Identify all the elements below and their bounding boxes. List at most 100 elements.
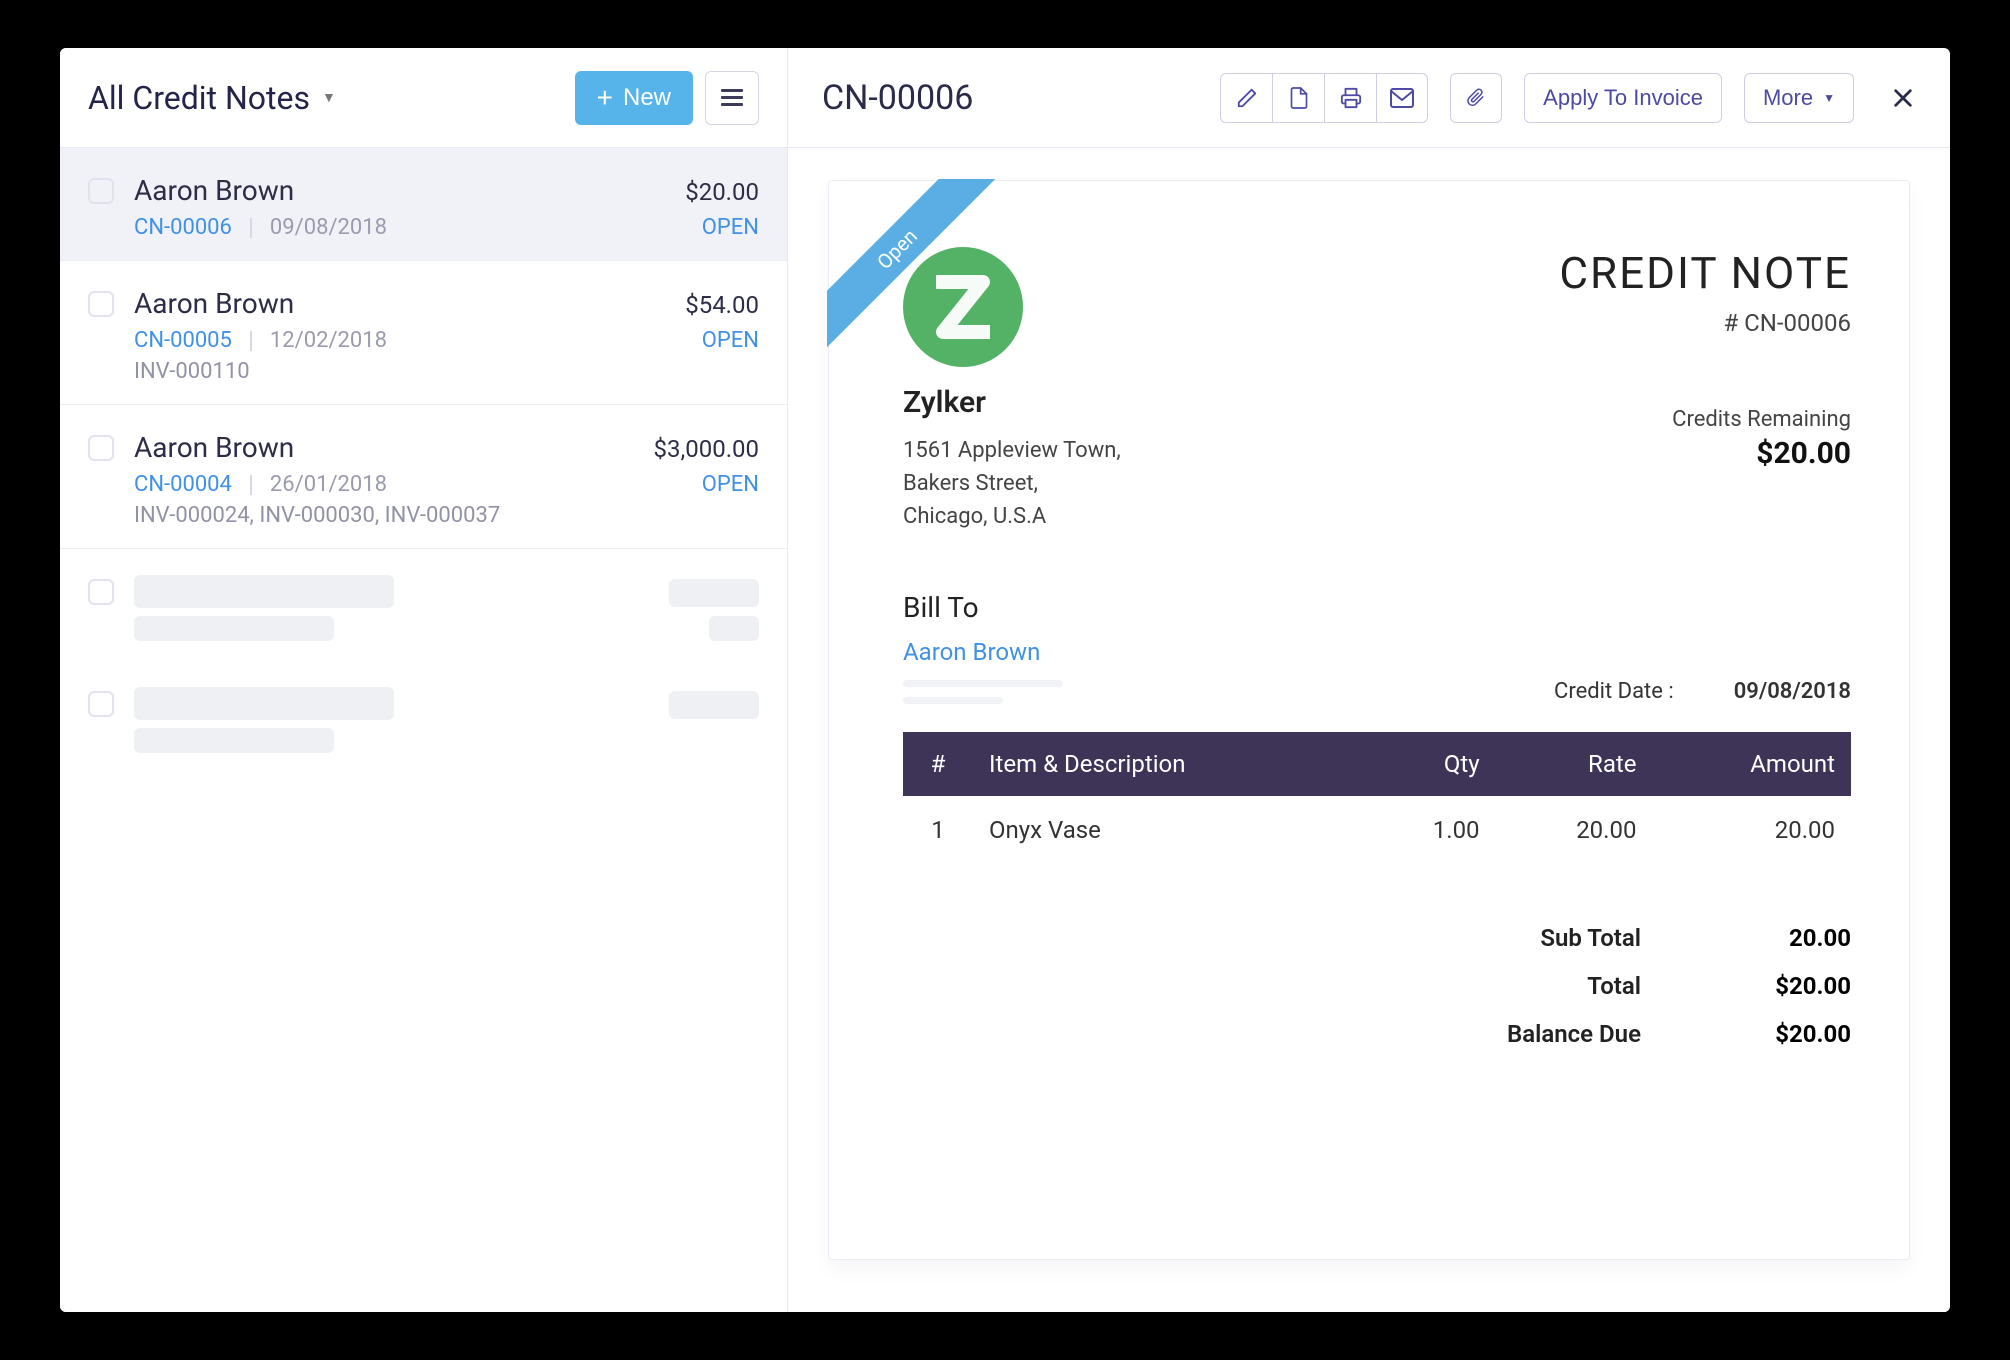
- col-num: #: [903, 732, 973, 796]
- close-button[interactable]: [1884, 81, 1922, 115]
- balance-due-label: Balance Due: [1481, 1020, 1641, 1048]
- pdf-button[interactable]: [1272, 73, 1324, 123]
- document-scroll[interactable]: Open Zylker 1561 Appleview Town,: [788, 148, 1950, 1312]
- printer-icon: [1339, 87, 1363, 109]
- document-number: # CN-00006: [1559, 309, 1851, 337]
- item-customer-name: Aaron Brown: [134, 174, 294, 207]
- sidebar-title: All Credit Notes: [88, 79, 310, 117]
- credit-notes-list: Aaron Brown $20.00 CN-00006 09/08/2018 O…: [60, 148, 787, 1312]
- item-status: OPEN: [702, 215, 759, 240]
- item-checkbox[interactable]: [88, 291, 114, 317]
- caret-down-icon: ▼: [1823, 91, 1835, 105]
- item-date: 09/08/2018: [270, 215, 387, 240]
- apply-to-invoice-button[interactable]: Apply To Invoice: [1524, 73, 1722, 123]
- cell-rate: 20.00: [1496, 796, 1653, 864]
- action-group: [1220, 73, 1428, 123]
- new-button[interactable]: + New: [575, 71, 693, 125]
- separator: [250, 218, 252, 238]
- item-invoices: INV-000110: [134, 359, 759, 384]
- total-label: Total: [1481, 972, 1641, 1000]
- table-header-row: # Item & Description Qty Rate Amount: [903, 732, 1851, 796]
- credit-notes-sidebar: All Credit Notes ▼ + New: [60, 48, 788, 1312]
- brand-logo: [903, 247, 1023, 367]
- pencil-icon: [1236, 87, 1258, 109]
- brand-address: 1561 Appleview Town, Bakers Street, Chic…: [903, 434, 1121, 533]
- credit-note-detail: CN-00006: [788, 48, 1950, 1312]
- print-button[interactable]: [1324, 73, 1376, 123]
- sidebar-actions: + New: [575, 71, 759, 125]
- item-status: OPEN: [702, 328, 759, 353]
- app-window: All Credit Notes ▼ + New: [60, 48, 1950, 1312]
- item-id: CN-00005: [134, 328, 232, 353]
- item-customer-name: Aaron Brown: [134, 431, 294, 464]
- line-items-table: # Item & Description Qty Rate Amount 1 O…: [903, 732, 1851, 864]
- col-qty: Qty: [1362, 732, 1496, 796]
- cell-num: 1: [903, 796, 973, 864]
- item-amount: $54.00: [685, 291, 759, 319]
- item-status: OPEN: [702, 472, 759, 497]
- credit-date-row: Credit Date : 09/08/2018: [1554, 679, 1851, 704]
- bill-to-section: Bill To Aaron Brown: [903, 591, 1063, 704]
- credits-remaining-amount: $20.00: [1559, 436, 1851, 471]
- more-label: More: [1763, 85, 1813, 111]
- caret-down-icon: ▼: [322, 89, 336, 106]
- subtotal-label: Sub Total: [1481, 924, 1641, 952]
- balance-due-value: $20.00: [1731, 1020, 1851, 1048]
- edit-button[interactable]: [1220, 73, 1272, 123]
- pdf-icon: [1289, 87, 1309, 109]
- apply-to-invoice-label: Apply To Invoice: [1543, 85, 1703, 111]
- col-item: Item & Description: [973, 732, 1362, 796]
- plus-icon: +: [597, 84, 613, 112]
- cell-amount: 20.00: [1652, 796, 1851, 864]
- item-amount: $3,000.00: [654, 435, 759, 463]
- paperclip-icon: [1467, 86, 1485, 110]
- credit-note-item[interactable]: Aaron Brown $3,000.00 CN-00004 26/01/201…: [60, 405, 787, 549]
- subtotal-value: 20.00: [1731, 924, 1851, 952]
- detail-title: CN-00006: [822, 78, 973, 118]
- close-icon: [1892, 87, 1914, 109]
- brand-block: Zylker 1561 Appleview Town, Bakers Stree…: [903, 247, 1121, 533]
- credit-note-item[interactable]: Aaron Brown $20.00 CN-00006 09/08/2018 O…: [60, 148, 787, 261]
- doc-meta: CREDIT NOTE # CN-00006 Credits Remaining…: [1559, 247, 1851, 471]
- item-checkbox: [88, 691, 114, 717]
- separator: [250, 331, 252, 351]
- col-rate: Rate: [1496, 732, 1653, 796]
- totals-section: Sub Total 20.00 Total $20.00 Balance Due…: [903, 924, 1851, 1048]
- item-id: CN-00006: [134, 215, 232, 240]
- item-checkbox[interactable]: [88, 178, 114, 204]
- attach-button[interactable]: [1450, 73, 1502, 123]
- col-amount: Amount: [1652, 732, 1851, 796]
- credit-note-item-skeleton: .. ..: [60, 549, 787, 661]
- mail-icon: [1390, 88, 1414, 108]
- bill-to-label: Bill To: [903, 591, 1063, 624]
- item-amount: $20.00: [685, 178, 759, 206]
- mail-button[interactable]: [1376, 73, 1428, 123]
- z-logo-icon: [933, 272, 993, 342]
- document-kind: CREDIT NOTE: [1559, 247, 1851, 299]
- table-row: 1 Onyx Vase 1.00 20.00 20.00: [903, 796, 1851, 864]
- credit-note-item[interactable]: Aaron Brown $54.00 CN-00005 12/02/2018 O…: [60, 261, 787, 405]
- bill-to-name[interactable]: Aaron Brown: [903, 638, 1063, 666]
- credit-note-item-skeleton: .. .: [60, 661, 787, 773]
- credit-note-document: Open Zylker 1561 Appleview Town,: [828, 180, 1910, 1260]
- hamburger-icon: [721, 89, 743, 107]
- new-button-label: New: [623, 84, 671, 112]
- credits-remaining-label: Credits Remaining: [1559, 407, 1851, 432]
- item-id: CN-00004: [134, 472, 232, 497]
- more-button[interactable]: More ▼: [1744, 73, 1854, 123]
- item-checkbox: [88, 579, 114, 605]
- credit-date-value: 09/08/2018: [1734, 679, 1851, 704]
- sidebar-filter-dropdown[interactable]: All Credit Notes ▼: [88, 79, 336, 117]
- list-menu-button[interactable]: [705, 71, 759, 125]
- cell-item: Onyx Vase: [973, 796, 1362, 864]
- address-placeholder: [903, 680, 1063, 704]
- detail-header: CN-00006: [788, 48, 1950, 148]
- item-customer-name: Aaron Brown: [134, 287, 294, 320]
- sidebar-header: All Credit Notes ▼ + New: [60, 48, 787, 148]
- separator: [250, 475, 252, 495]
- credit-date-label: Credit Date :: [1554, 679, 1674, 704]
- total-value: $20.00: [1731, 972, 1851, 1000]
- item-checkbox[interactable]: [88, 435, 114, 461]
- brand-name: Zylker: [903, 385, 1121, 420]
- cell-qty: 1.00: [1362, 796, 1496, 864]
